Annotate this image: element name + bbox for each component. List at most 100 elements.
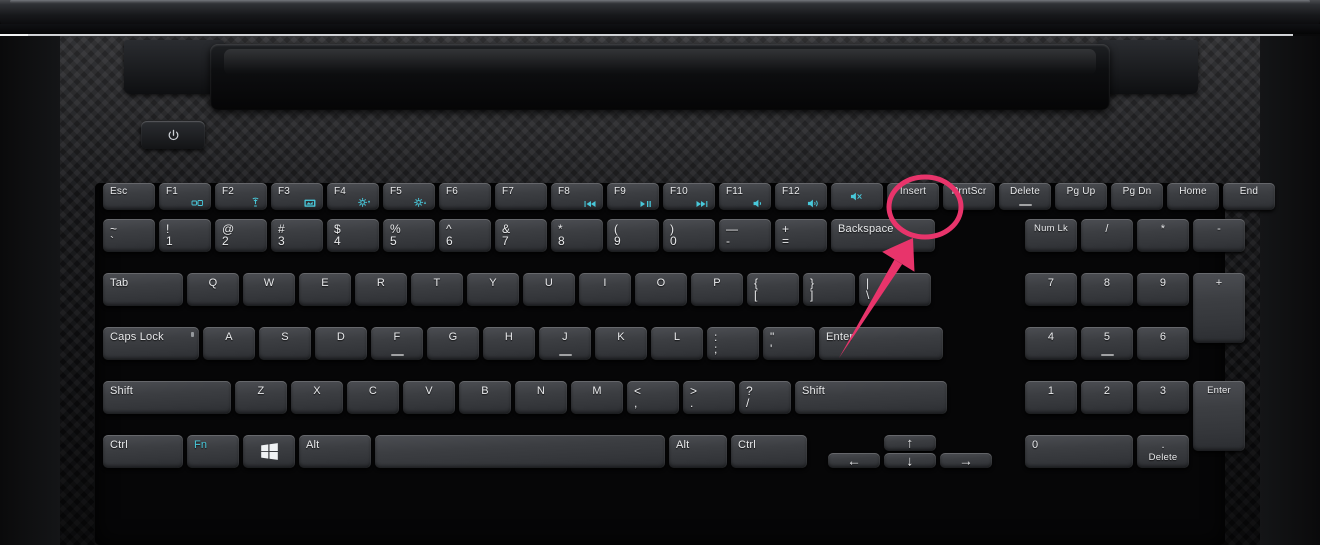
key-9[interactable]: (9 [607,219,659,252]
key-key[interactable]: :; [707,327,759,360]
key-0[interactable]: ) 0 [663,219,715,252]
key-key[interactable]: + [1193,273,1245,343]
key-2[interactable]: @2 [215,219,267,252]
keyboard[interactable]: Esc F1 F2 F3 F4 F5 F6 F7 F8 F9 F10 F11 F12 Insert Prnt… [95,183,1275,545]
key-z[interactable]: Z [235,381,287,414]
key-enter[interactable]: Enter [1193,381,1245,451]
key-1[interactable]: ! 1 [159,219,211,252]
key-1[interactable]: 1 [1025,381,1077,414]
key-enter[interactable]: Enter [819,327,943,360]
key-f2[interactable]: F2 [215,183,267,210]
key-key[interactable]: - [1193,219,1245,252]
key-d[interactable]: D [315,327,367,360]
key-f[interactable]: F [371,327,423,360]
key-6[interactable]: ^ 6 [439,219,491,252]
key-key[interactable]: / [1081,219,1133,252]
key-g[interactable]: G [427,327,479,360]
key-pg-dn[interactable]: Pg Dn [1111,183,1163,210]
key-q[interactable]: Q [187,273,239,306]
key-alt[interactable]: Alt [299,435,371,468]
key-u[interactable]: U [523,273,575,306]
key-delete[interactable]: Delete [999,183,1051,210]
key-k[interactable]: K [595,327,647,360]
key-alt[interactable]: Alt [669,435,727,468]
key-n[interactable]: N [515,381,567,414]
key-f1[interactable]: F1 [159,183,211,210]
key-f7[interactable]: F7 [495,183,547,210]
key-key[interactable] [243,435,295,468]
key-e[interactable]: E [299,273,351,306]
key-ctrl[interactable]: Ctrl [103,435,183,468]
key-f4[interactable]: F4 [327,183,379,210]
key-arrow-right[interactable]: → [940,453,992,468]
key-key[interactable]: >. [683,381,735,414]
key-key[interactable]: " ' [763,327,815,360]
key-caps-lock[interactable]: Caps Lock [103,327,199,360]
key-f8[interactable]: F8 [551,183,603,210]
key-f10[interactable]: F10 [663,183,715,210]
key-key[interactable]: <, [627,381,679,414]
key-5[interactable]: 5 [1081,327,1133,360]
key-delete[interactable]: . Delete [1137,435,1189,468]
key-f5[interactable]: F5 [383,183,435,210]
key-h[interactable]: H [483,327,535,360]
key-end[interactable]: End [1223,183,1275,210]
key-prntscr[interactable]: PrntScr [943,183,995,210]
key-c[interactable]: C [347,381,399,414]
key-2[interactable]: 2 [1081,381,1133,414]
key-7[interactable]: 7 [1025,273,1077,306]
key-4[interactable]: $4 [327,219,379,252]
key-s[interactable]: S [259,327,311,360]
key-4[interactable]: 4 [1025,327,1077,360]
key-key[interactable]: }] [803,273,855,306]
key-p[interactable]: P [691,273,743,306]
key-f3[interactable]: F3 [271,183,323,210]
key-3[interactable]: 3 [1137,381,1189,414]
key-backspace[interactable]: Backspace [831,219,935,252]
key-insert[interactable]: Insert [887,183,939,210]
key-key[interactable]: ~ ` [103,219,155,252]
key-x[interactable]: X [291,381,343,414]
key-f6[interactable]: F6 [439,183,491,210]
key-esc[interactable]: Esc [103,183,155,210]
key-r[interactable]: R [355,273,407,306]
key-key[interactable]: — - [719,219,771,252]
key-shift[interactable]: Shift [103,381,231,414]
key-a[interactable]: A [203,327,255,360]
key-tab[interactable]: Tab [103,273,183,306]
key-f9[interactable]: F9 [607,183,659,210]
key-shift[interactable]: Shift [795,381,947,414]
key-home[interactable]: Home [1167,183,1219,210]
key-num-lk[interactable]: Num Lk [1025,219,1077,252]
key-3[interactable]: #3 [271,219,323,252]
key-arrow-down[interactable]: ↓ [884,453,936,468]
key-l[interactable]: L [651,327,703,360]
key-f12[interactable]: F12 [775,183,827,210]
key-0[interactable]: 0 [1025,435,1133,468]
key-5[interactable]: % 5 [383,219,435,252]
key-8[interactable]: * 8 [551,219,603,252]
key-b[interactable]: B [459,381,511,414]
key-o[interactable]: O [635,273,687,306]
key-spacebar[interactable] [375,435,665,468]
key-7[interactable]: & 7 [495,219,547,252]
key-arrow-left[interactable]: ← [828,453,880,468]
key-key[interactable] [831,183,883,210]
key-f11[interactable]: F11 [719,183,771,210]
key-m[interactable]: M [571,381,623,414]
key-y[interactable]: Y [467,273,519,306]
key-key[interactable]: {[ [747,273,799,306]
key-pg-up[interactable]: Pg Up [1055,183,1107,210]
key-8[interactable]: 8 [1081,273,1133,306]
key-6[interactable]: 6 [1137,327,1189,360]
key-arrow-up[interactable]: ↑ [884,435,936,451]
key-9[interactable]: 9 [1137,273,1189,306]
key-key[interactable]: ? / [739,381,791,414]
key-key[interactable]: + = [775,219,827,252]
key-w[interactable]: W [243,273,295,306]
key-key[interactable]: | \ [859,273,931,306]
key-fn[interactable]: Fn [187,435,239,468]
key-i[interactable]: I [579,273,631,306]
key-v[interactable]: V [403,381,455,414]
key-ctrl[interactable]: Ctrl [731,435,807,468]
